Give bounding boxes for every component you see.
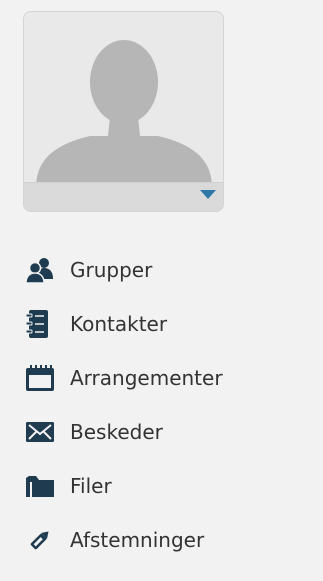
profile-menu-toggle[interactable] <box>24 182 223 211</box>
address-book-icon <box>26 310 70 338</box>
nav-label: Afstemninger <box>70 528 205 552</box>
user-silhouette-icon <box>36 40 212 184</box>
calendar-icon <box>26 365 70 391</box>
nav-label: Filer <box>70 474 112 498</box>
nav-label: Kontakter <box>70 312 168 336</box>
profile-avatar-card[interactable] <box>23 11 224 212</box>
envelope-icon <box>26 422 70 442</box>
nav-label: Arrangementer <box>70 366 223 390</box>
nav-item-filer[interactable]: Filer <box>26 459 223 513</box>
nav-item-arrangementer[interactable]: Arrangementer <box>26 351 223 405</box>
nav-label: Grupper <box>70 258 153 282</box>
groups-icon <box>26 257 70 283</box>
chevron-down-icon <box>200 190 216 199</box>
nav-item-kontakter[interactable]: Kontakter <box>26 297 223 351</box>
nav-item-grupper[interactable]: Grupper <box>26 243 223 297</box>
folder-icon <box>26 475 70 497</box>
main-navigation: Grupper Kontakter Arrangementer Beskeder… <box>26 243 223 567</box>
nav-item-beskeder[interactable]: Beskeder <box>26 405 223 459</box>
pencil-icon <box>26 526 70 554</box>
nav-item-afstemninger[interactable]: Afstemninger <box>26 513 223 567</box>
nav-label: Beskeder <box>70 420 163 444</box>
